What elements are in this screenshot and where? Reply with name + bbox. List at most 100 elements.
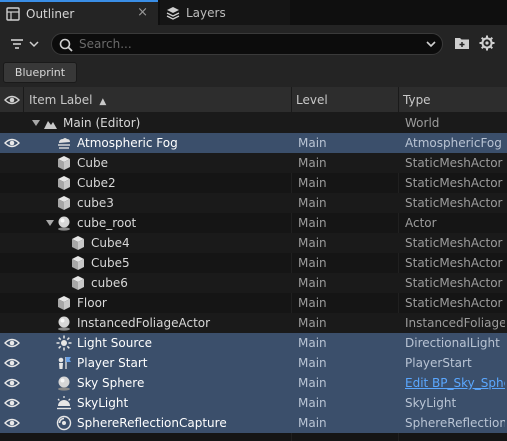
tree-row[interactable]: InstancedFoliageActor Main InstancedFoliag…: [0, 313, 507, 333]
item-type: InstancedFoliageActor: [405, 316, 505, 330]
item-label: cube3: [77, 196, 114, 210]
tree-row[interactable]: Cube5 Main StaticMeshActor: [0, 253, 507, 273]
tree-row[interactable]: cube3 Main StaticMeshActor: [0, 193, 507, 213]
item-type: StaticMeshActor: [405, 256, 503, 270]
expand-arrow-icon[interactable]: [45, 219, 55, 227]
item-label: Light Source: [77, 336, 152, 350]
column-divider[interactable]: [23, 87, 24, 113]
expand-arrow-icon[interactable]: [31, 119, 41, 127]
item-type: StaticMeshActor: [405, 236, 503, 250]
search-input[interactable]: [79, 36, 409, 52]
eye-icon[interactable]: [4, 396, 20, 410]
cube-icon: [72, 276, 84, 290]
flag-icon: [58, 357, 71, 369]
tree-row[interactable]: cube_root Main Actor: [0, 213, 507, 233]
tree-row[interactable]: cube6 Main StaticMeshActor: [0, 273, 507, 293]
layers-icon: [166, 6, 180, 20]
item-type: SkyLight: [405, 396, 457, 410]
cube-icon: [58, 196, 70, 210]
cube-icon: [72, 256, 84, 270]
tree-row[interactable]: Player Start Main PlayerStart: [0, 353, 507, 373]
column-header: Item Label ▲ Level Type: [0, 87, 507, 113]
actor-icon: [58, 316, 70, 331]
item-label: Floor: [77, 296, 107, 310]
actor-icon: [58, 376, 70, 391]
tab-outliner[interactable]: Outliner ×: [0, 0, 158, 25]
column-level[interactable]: Level: [296, 87, 328, 113]
tree-row[interactable]: Floor Main StaticMeshActor: [0, 293, 507, 313]
toolbar: [0, 25, 507, 61]
item-type: SphereReflectionCapture: [405, 416, 505, 430]
item-level: Main: [298, 196, 327, 210]
cube-icon: [58, 176, 70, 190]
outliner-icon: [6, 6, 20, 21]
item-level: Main: [298, 376, 327, 390]
eye-icon[interactable]: [4, 416, 20, 430]
item-type: DirectionalLight: [405, 336, 500, 350]
search-icon: [59, 38, 73, 52]
item-level: Main: [298, 336, 327, 350]
item-type: Actor: [405, 216, 437, 230]
eye-icon[interactable]: [4, 356, 20, 370]
blueprint-filter-button[interactable]: Blueprint: [3, 62, 77, 83]
item-type: StaticMeshActor: [405, 176, 503, 190]
item-level: Main: [298, 216, 327, 230]
item-label: Sky Sphere: [77, 376, 145, 390]
item-level: Main: [298, 296, 327, 310]
tree-row[interactable]: Cube Main StaticMeshActor: [0, 153, 507, 173]
item-level: Main: [298, 396, 327, 410]
edit-blueprint-link[interactable]: Edit BP_Sky_Sphere: [405, 373, 505, 393]
tree-row[interactable]: Main (Editor) World: [0, 113, 507, 133]
column-divider[interactable]: [291, 87, 292, 113]
column-type[interactable]: Type: [403, 87, 431, 113]
tree-row[interactable]: Cube4 Main StaticMeshActor: [0, 233, 507, 253]
item-type: StaticMeshActor: [405, 276, 503, 290]
item-type: StaticMeshActor: [405, 156, 503, 170]
item-level: Main: [298, 236, 327, 250]
tab-layers-label: Layers: [186, 5, 226, 20]
filter-icon[interactable]: [8, 34, 44, 54]
item-level: Main: [298, 316, 327, 330]
sun-icon: [56, 335, 72, 351]
column-item-label[interactable]: Item Label ▲: [29, 87, 106, 113]
outliner-tree: Main (Editor) World Atmospheric Fog Main Atm…: [0, 113, 507, 441]
column-divider[interactable]: [398, 87, 399, 113]
item-level: Main: [298, 276, 327, 290]
eye-icon[interactable]: [4, 136, 20, 150]
tree-row[interactable]: Cube2 Main StaticMeshActor: [0, 173, 507, 193]
search-box: [51, 33, 443, 55]
cube-icon: [58, 156, 70, 170]
item-label: Player Start: [77, 356, 148, 370]
tab-layers[interactable]: Layers: [160, 0, 290, 25]
item-type: StaticMeshActor: [405, 296, 503, 310]
item-label: Cube: [77, 156, 108, 170]
tree-row[interactable]: SkyLight Main SkyLight: [0, 393, 507, 413]
item-level: Main: [298, 356, 327, 370]
item-type: AtmosphericFog: [405, 136, 502, 150]
eye-icon[interactable]: [4, 336, 20, 350]
item-label: Cube2: [77, 176, 116, 190]
chevron-down-icon[interactable]: [425, 38, 437, 50]
item-label: SphereReflectionCapture: [77, 416, 227, 430]
skylight-icon: [57, 396, 71, 410]
world-icon: [44, 121, 57, 129]
item-label: SkyLight: [77, 396, 129, 410]
item-level: Main: [298, 416, 327, 430]
item-level: Main: [298, 176, 327, 190]
tree-row[interactable]: Atmospheric Fog Main AtmosphericFog: [0, 133, 507, 153]
close-icon[interactable]: ×: [137, 5, 148, 20]
sort-ascending-icon: ▲: [99, 97, 107, 107]
eye-icon[interactable]: [4, 376, 20, 390]
item-level: Main: [298, 256, 327, 270]
tree-row[interactable]: Light Source Main DirectionalLight: [0, 333, 507, 353]
item-label: Cube5: [91, 256, 130, 270]
item-label: InstancedFoliageActor: [77, 316, 211, 330]
gear-icon[interactable]: [479, 35, 495, 51]
item-level: Main: [298, 136, 327, 150]
item-label: Cube4: [91, 236, 130, 250]
item-label: cube_root: [77, 216, 137, 230]
eye-icon[interactable]: [4, 93, 20, 107]
tree-row[interactable]: SphereReflectionCapture Main SphereReflect…: [0, 413, 507, 433]
tree-row[interactable]: Sky Sphere Main Edit BP_Sky_Sphere: [0, 373, 507, 393]
add-folder-icon[interactable]: [454, 35, 470, 51]
